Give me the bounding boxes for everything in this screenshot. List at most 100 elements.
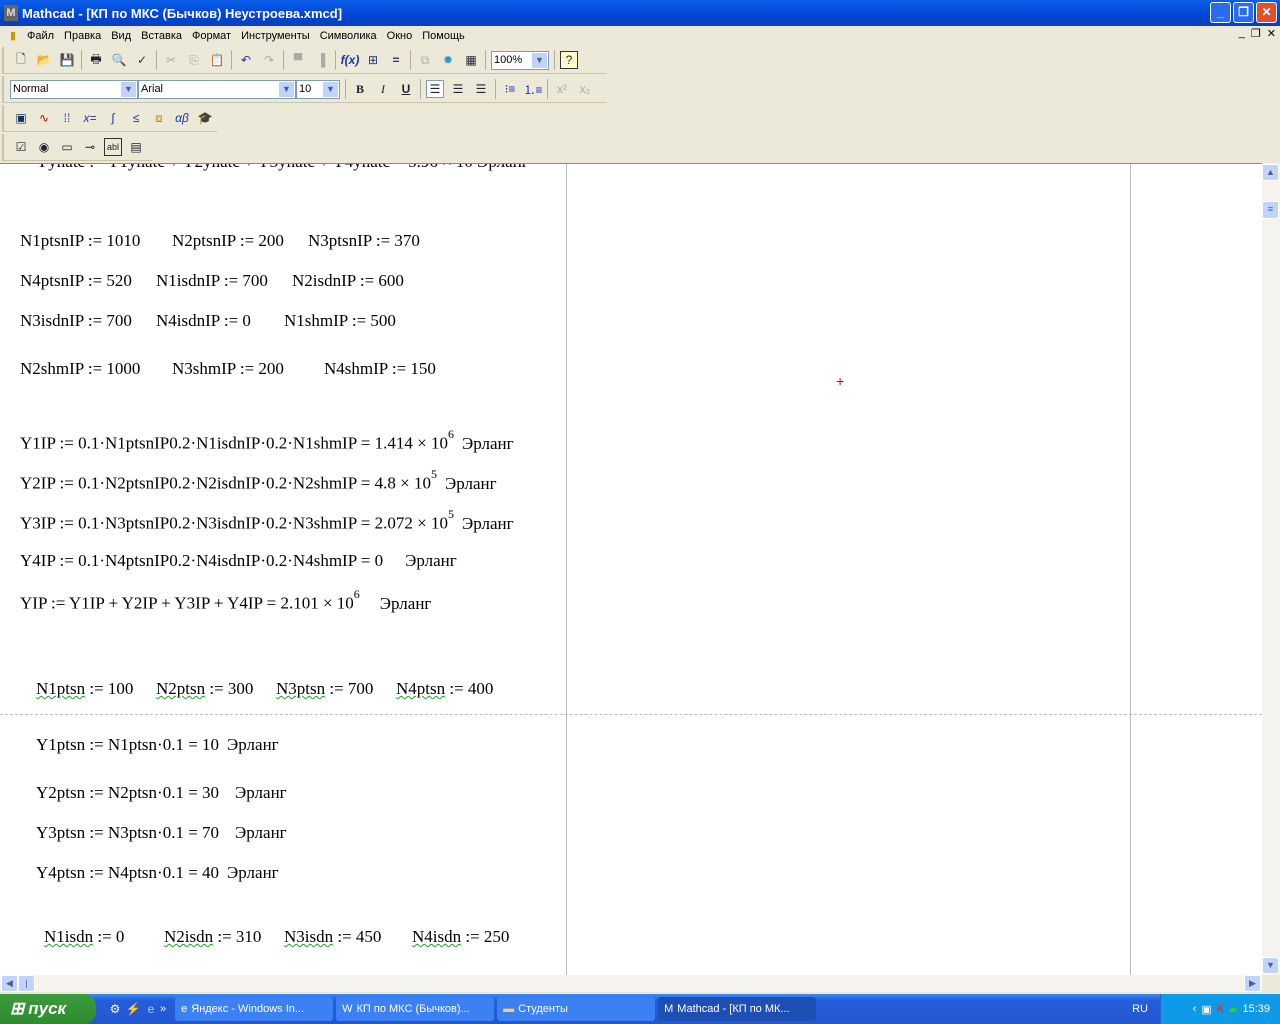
menu-format[interactable]: Формат <box>187 30 236 42</box>
math-region[interactable]: N1isdn := 0 <box>44 927 124 947</box>
menu-symbolics[interactable]: Символика <box>315 30 382 42</box>
font-size-select[interactable]: 10 ▼ <box>296 79 340 99</box>
math-region[interactable]: Y1ptsn := N1ptsn·0.1 = 10 Эрланг <box>36 735 279 755</box>
calculus-icon[interactable]: ∫ <box>104 109 122 127</box>
cut-icon[interactable]: ✂ <box>162 51 180 69</box>
insert-function-icon[interactable]: f(x) <box>341 51 360 69</box>
insert-unit-icon[interactable]: ⊞ <box>364 51 382 69</box>
menu-insert[interactable]: Вставка <box>136 30 187 42</box>
subscript-icon[interactable]: x₂ <box>576 80 594 98</box>
clipped-region[interactable]: Yуnatc := Y1ynatc + Y2ynatc + Y3ynatc + … <box>36 164 529 172</box>
spell-check-icon[interactable]: ✓ <box>133 51 151 69</box>
math-region[interactable]: N4ptsnIP := 520 <box>20 271 132 291</box>
network-icon[interactable]: ▣ <box>1201 1003 1211 1016</box>
open-icon[interactable]: 📂 <box>35 51 53 69</box>
align-right-icon[interactable]: ☰ <box>472 80 490 98</box>
symbolic-icon[interactable]: 🎓 <box>196 109 214 127</box>
boolean-icon[interactable]: ≤ <box>127 109 145 127</box>
math-region[interactable]: N3ptsnIP := 370 <box>308 231 420 251</box>
math-region[interactable]: N4isdnIP := 0 <box>156 311 251 331</box>
quicklaunch-icon[interactable]: ⚙ <box>106 1000 124 1018</box>
math-region[interactable]: N3ptsn := 700 <box>276 679 373 699</box>
programming-icon[interactable]: ⧈ <box>150 109 168 127</box>
listbox-control-icon[interactable]: ▤ <box>127 138 145 156</box>
math-region[interactable]: N3isdnIP := 700 <box>20 311 132 331</box>
scroll-right-button[interactable]: ▶ <box>1244 975 1261 992</box>
horizontal-scroll-thumb[interactable]: | <box>18 975 35 992</box>
math-region[interactable]: N1ptsnIP := 1010 <box>20 231 140 251</box>
math-region[interactable]: Y4ptsn := N4ptsn·0.1 = 40 Эрланг <box>36 863 279 883</box>
document-icon[interactable]: ▮ <box>4 27 22 45</box>
language-indicator[interactable]: RU <box>1132 1003 1148 1015</box>
bullets-icon[interactable]: ⁝≡ <box>501 80 519 98</box>
superscript-icon[interactable]: x² <box>553 80 571 98</box>
doc-close-button[interactable]: ✕ <box>1267 27 1276 40</box>
align-down-icon[interactable]: ▐ <box>312 51 330 69</box>
calculator-icon[interactable]: ▣ <box>12 109 30 127</box>
math-region[interactable]: Y3ptsn := N3ptsn·0.1 = 70 Эрланг <box>36 823 287 843</box>
math-region[interactable]: N2ptsnIP := 200 <box>172 231 284 251</box>
print-preview-icon[interactable]: 🔍 <box>110 51 128 69</box>
math-region[interactable]: N2shmIP := 1000 <box>20 359 140 379</box>
task-word[interactable]: W КП по МКС (Бычков)... <box>336 997 495 1021</box>
task-yandex[interactable]: e Яндекс - Windows In... <box>175 997 334 1021</box>
textbox-control-icon[interactable]: abl <box>104 138 122 156</box>
align-left-icon[interactable]: ☰ <box>426 80 444 98</box>
table-icon[interactable]: ▦ <box>462 51 480 69</box>
bold-button[interactable]: B <box>351 80 369 98</box>
math-region[interactable]: N1isdnIP := 700 <box>156 271 268 291</box>
safely-remove-icon[interactable]: ▰ <box>1229 1003 1237 1016</box>
math-region[interactable]: Y4IP := 0.1·N4ptsnIP0.2·N4isdnIP·0.2·N4s… <box>20 551 457 571</box>
font-select[interactable]: Arial ▼ <box>138 79 296 99</box>
save-icon[interactable]: 💾 <box>58 51 76 69</box>
numbering-icon[interactable]: ⒈≡ <box>524 80 543 98</box>
zoom-select[interactable]: 100% ▼ <box>491 50 549 70</box>
clock[interactable]: 15:39 <box>1242 1003 1270 1015</box>
radio-control-icon[interactable]: ◉ <box>35 138 53 156</box>
style-select[interactable]: Normal ▼ <box>10 79 138 99</box>
math-region[interactable]: N1shmIP := 500 <box>284 311 396 331</box>
vertical-scrollbar[interactable]: ▲ ≡ ▼ <box>1262 163 1280 975</box>
resource-center-icon[interactable]: ✹ <box>439 51 457 69</box>
underline-button[interactable]: U <box>397 80 415 98</box>
menu-help[interactable]: Помощь <box>417 30 470 42</box>
math-region[interactable]: N1ptsn := 100 <box>36 679 133 699</box>
print-icon[interactable]: 🖶 <box>87 51 105 69</box>
help-icon[interactable]: ? <box>560 51 578 69</box>
slider-control-icon[interactable]: ⊸ <box>81 138 99 156</box>
math-region[interactable]: N4shmIP := 150 <box>324 359 436 379</box>
task-mathcad[interactable]: M Mathcad - [КП по МК... <box>658 997 817 1021</box>
math-region[interactable]: N3shmIP := 200 <box>172 359 284 379</box>
redo-icon[interactable]: ↷ <box>260 51 278 69</box>
math-region[interactable]: N4ptsn := 400 <box>396 679 493 699</box>
quicklaunch-icon[interactable]: ⚡ <box>124 1000 142 1018</box>
start-button[interactable]: ⊞ пуск <box>0 994 96 1024</box>
menu-view[interactable]: Вид <box>106 30 136 42</box>
doc-minimize-button[interactable]: _ <box>1239 27 1245 40</box>
copy-icon[interactable]: ⎘ <box>185 51 203 69</box>
scroll-left-button[interactable]: ◀ <box>1 975 18 992</box>
restore-button[interactable]: ❐ <box>1233 2 1254 23</box>
menu-tools[interactable]: Инструменты <box>236 30 315 42</box>
close-button[interactable]: ✕ <box>1256 2 1277 23</box>
greek-icon[interactable]: αβ <box>173 109 191 127</box>
minimize-button[interactable]: _ <box>1210 2 1231 23</box>
button-control-icon[interactable]: ▭ <box>58 138 76 156</box>
italic-button[interactable]: I <box>374 80 392 98</box>
horizontal-scrollbar[interactable]: ◀ | ▶ <box>0 975 1262 992</box>
new-icon[interactable]: 🗋 <box>12 51 30 69</box>
math-region[interactable]: Y3IP := 0.1·N3ptsnIP0.2·N3isdnIP·0.2·N3s… <box>20 507 514 534</box>
menu-edit[interactable]: Правка <box>59 30 106 42</box>
chevron-right-icon[interactable]: » <box>160 1003 166 1015</box>
math-region[interactable]: N2ptsn := 300 <box>156 679 253 699</box>
menu-window[interactable]: Окно <box>382 30 418 42</box>
math-region[interactable]: N2isdnIP := 600 <box>292 271 404 291</box>
math-region[interactable]: YIP := Y1IP + Y2IP + Y3IP + Y4IP = 2.101… <box>20 587 431 614</box>
task-folder[interactable]: ▬ Студенты <box>497 997 656 1021</box>
math-region[interactable]: Y2ptsn := N2ptsn·0.1 = 30 Эрланг <box>36 783 287 803</box>
undo-icon[interactable]: ↶ <box>237 51 255 69</box>
math-region[interactable]: N4isdn := 250 <box>412 927 509 947</box>
math-region[interactable]: N2isdn := 310 <box>164 927 261 947</box>
scroll-down-button[interactable]: ▼ <box>1262 957 1279 974</box>
graph-icon[interactable]: ∿ <box>35 109 53 127</box>
